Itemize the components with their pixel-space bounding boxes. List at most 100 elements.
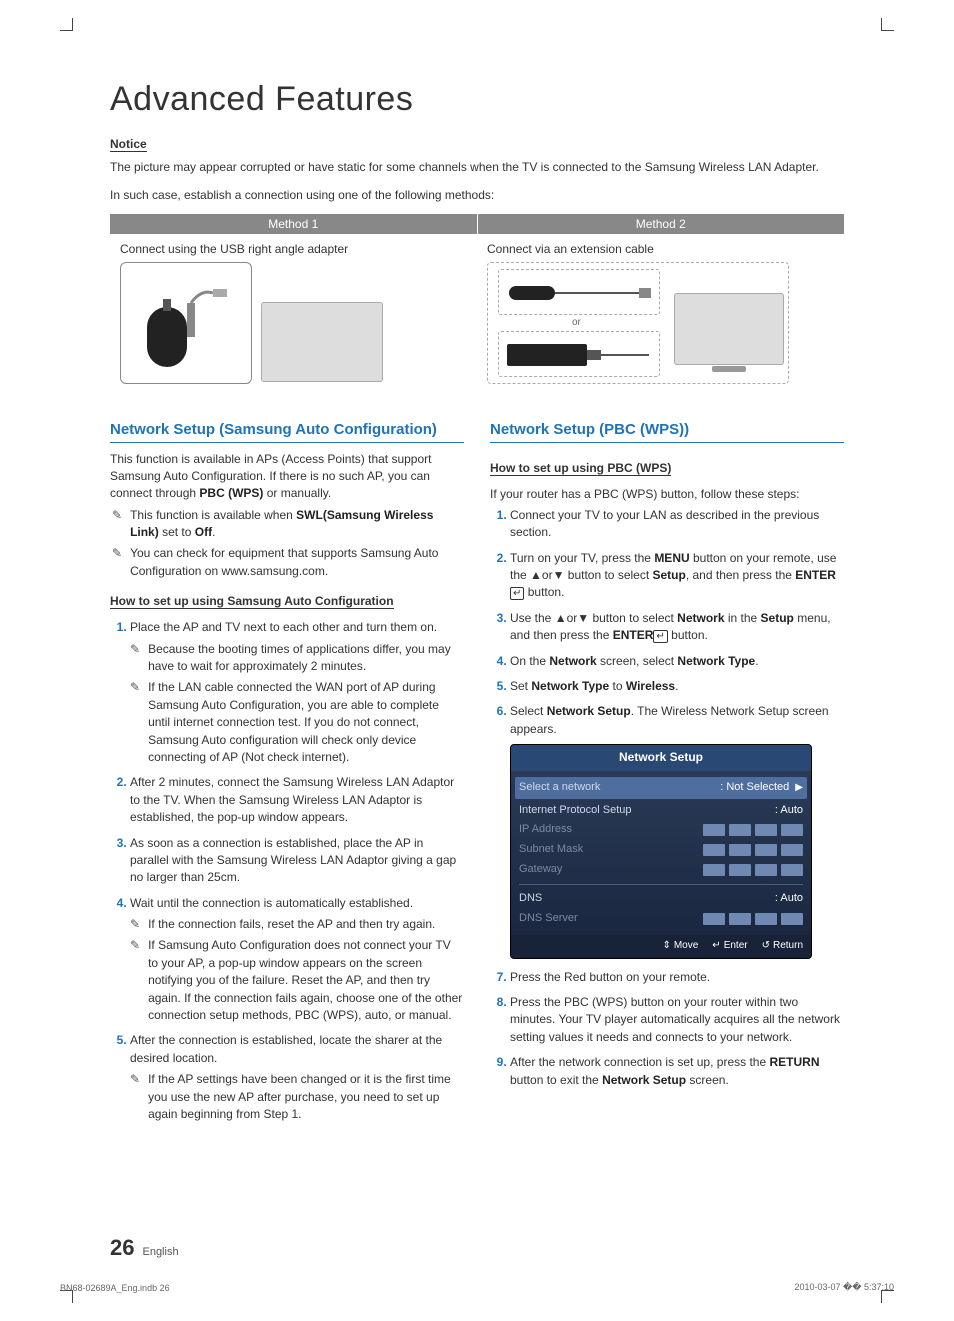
text-bold: Network bbox=[549, 654, 596, 668]
left-step-3: As soon as a connection is established, … bbox=[130, 835, 464, 887]
method-header-bar: Method 1 Method 2 bbox=[110, 214, 844, 234]
network-setup-osd: Network Setup Select a network : Not Sel… bbox=[510, 744, 812, 958]
right-howto-heading: How to set up using PBC (WPS) bbox=[490, 461, 671, 476]
text: Select bbox=[510, 704, 547, 718]
osd-label: DNS bbox=[519, 891, 542, 907]
print-footer-left: BN68-02689A_Eng.indb 26 bbox=[60, 1283, 170, 1293]
note-icon bbox=[130, 916, 144, 933]
tv-diagram bbox=[261, 302, 383, 382]
text: . bbox=[755, 654, 758, 668]
right-step-1: Connect your TV to your LAN as described… bbox=[510, 507, 844, 542]
notice-heading: Notice bbox=[110, 137, 147, 152]
text-bold: Network Setup bbox=[547, 704, 631, 718]
osd-footer-return: Return bbox=[762, 939, 803, 954]
osd-footer-enter: Enter bbox=[712, 939, 747, 954]
triangle-right-icon: ▶ bbox=[795, 782, 803, 793]
ip-octet-boxes bbox=[703, 913, 803, 925]
osd-value: : Auto bbox=[775, 803, 803, 819]
page-content: Advanced Features Notice The picture may… bbox=[110, 80, 844, 1261]
crop-mark bbox=[60, 18, 73, 31]
method-body-row: Connect using the USB right angle adapte… bbox=[110, 234, 844, 394]
text: Place the AP and TV next to each other a… bbox=[130, 620, 437, 634]
osd-label: Subnet Mask bbox=[519, 842, 583, 858]
text: , and then press the bbox=[686, 568, 795, 582]
osd-value: : Not Selected bbox=[720, 781, 789, 793]
text: button. bbox=[524, 585, 564, 599]
extension-diagram: or bbox=[487, 262, 789, 384]
text: If the AP settings have been changed or … bbox=[148, 1071, 464, 1123]
note-icon bbox=[130, 1071, 144, 1123]
method2-text: Connect via an extension cable bbox=[487, 242, 834, 256]
osd-label: Select a network bbox=[519, 780, 600, 796]
print-footer-right: 2010-03-07 �� 5:37:10 bbox=[794, 1282, 894, 1293]
osd-label: Gateway bbox=[519, 862, 562, 878]
text-bold: Network Type bbox=[677, 654, 755, 668]
note-icon bbox=[130, 937, 144, 1024]
notice-text-1: The picture may appear corrupted or have… bbox=[110, 158, 844, 176]
osd-row-ip-address: IP Address bbox=[519, 820, 803, 840]
method1-header: Method 1 bbox=[110, 214, 477, 234]
right-step-8: Press the PBC (WPS) button on your route… bbox=[510, 994, 844, 1046]
left-step-2: After 2 minutes, connect the Samsung Wir… bbox=[130, 774, 464, 826]
text: or manually. bbox=[263, 486, 331, 500]
text: After the network connection is set up, … bbox=[510, 1055, 769, 1069]
left-step-5: After the connection is established, loc… bbox=[130, 1032, 464, 1123]
text-bold: PBC (WPS) bbox=[199, 486, 263, 500]
text: Turn on your TV, press the bbox=[510, 551, 654, 565]
right-step-9: After the network connection is set up, … bbox=[510, 1054, 844, 1089]
osd-row-select-network: Select a network : Not Selected ▶ bbox=[515, 777, 807, 799]
text-bold: MENU bbox=[654, 551, 689, 565]
text: button. bbox=[668, 628, 708, 642]
or-label: or bbox=[572, 317, 581, 328]
right-section-title: Network Setup (PBC (WPS)) bbox=[490, 420, 844, 443]
page-footer: 26 English bbox=[110, 1235, 179, 1261]
right-column: Network Setup (PBC (WPS)) How to set up … bbox=[490, 406, 844, 1131]
text: If Samsung Auto Configuration does not c… bbox=[148, 937, 464, 1024]
note-swl: This function is available when SWL(Sams… bbox=[112, 507, 464, 542]
text: Wait until the connection is automatical… bbox=[130, 896, 413, 910]
osd-label: Internet Protocol Setup bbox=[519, 803, 632, 819]
text-bold: ENTER bbox=[795, 568, 836, 582]
text-bold: ENTER bbox=[613, 628, 654, 642]
right-intro: If your router has a PBC (WPS) button, f… bbox=[490, 486, 844, 503]
enter-icon: ↵ bbox=[653, 630, 667, 643]
left-step-4: Wait until the connection is automatical… bbox=[130, 895, 464, 1025]
method2-header: Method 2 bbox=[477, 214, 845, 234]
note-icon bbox=[112, 545, 126, 580]
text: Use the ▲or▼ button to select bbox=[510, 611, 677, 625]
right-step-6: Select Network Setup. The Wireless Netwo… bbox=[510, 703, 844, 958]
page-language: English bbox=[142, 1246, 178, 1258]
osd-row-gateway: Gateway bbox=[519, 860, 803, 880]
text: You can check for equipment that support… bbox=[130, 545, 464, 580]
enter-icon: ↵ bbox=[510, 587, 524, 600]
text: If the LAN cable connected the WAN port … bbox=[148, 679, 464, 766]
text: button to exit the bbox=[510, 1073, 602, 1087]
note-icon bbox=[130, 641, 144, 676]
ip-octet-boxes bbox=[703, 864, 803, 876]
left-column: Network Setup (Samsung Auto Configuratio… bbox=[110, 406, 464, 1131]
osd-row-dns-server: DNS Server bbox=[519, 909, 803, 929]
text: screen. bbox=[686, 1073, 729, 1087]
left-howto-heading: How to set up using Samsung Auto Configu… bbox=[110, 594, 394, 609]
osd-row-ip-setup: Internet Protocol Setup : Auto bbox=[519, 801, 803, 821]
text-bold: Setup bbox=[761, 611, 794, 625]
note-icon bbox=[112, 507, 126, 542]
text-bold: Setup bbox=[653, 568, 686, 582]
text-bold: Network bbox=[677, 611, 724, 625]
text: screen, select bbox=[597, 654, 678, 668]
osd-value: : Auto bbox=[775, 891, 803, 907]
text: After the connection is established, loc… bbox=[130, 1033, 442, 1064]
page-title: Advanced Features bbox=[110, 80, 844, 119]
tv-diagram-2 bbox=[674, 293, 784, 365]
note-samsung-com: You can check for equipment that support… bbox=[112, 545, 464, 580]
left-step-1: Place the AP and TV next to each other a… bbox=[130, 619, 464, 766]
adapter-diagram bbox=[120, 262, 252, 384]
osd-row-dns: DNS : Auto bbox=[519, 889, 803, 909]
text: in the bbox=[725, 611, 761, 625]
left-intro: This function is available in APs (Acces… bbox=[110, 451, 464, 503]
text: This function is available when bbox=[130, 508, 296, 522]
right-step-3: Use the ▲or▼ button to select Network in… bbox=[510, 610, 844, 645]
osd-footer-move: Move bbox=[662, 939, 698, 954]
right-steps-list: Connect your TV to your LAN as described… bbox=[490, 507, 844, 1089]
method1-text: Connect using the USB right angle adapte… bbox=[120, 242, 467, 256]
